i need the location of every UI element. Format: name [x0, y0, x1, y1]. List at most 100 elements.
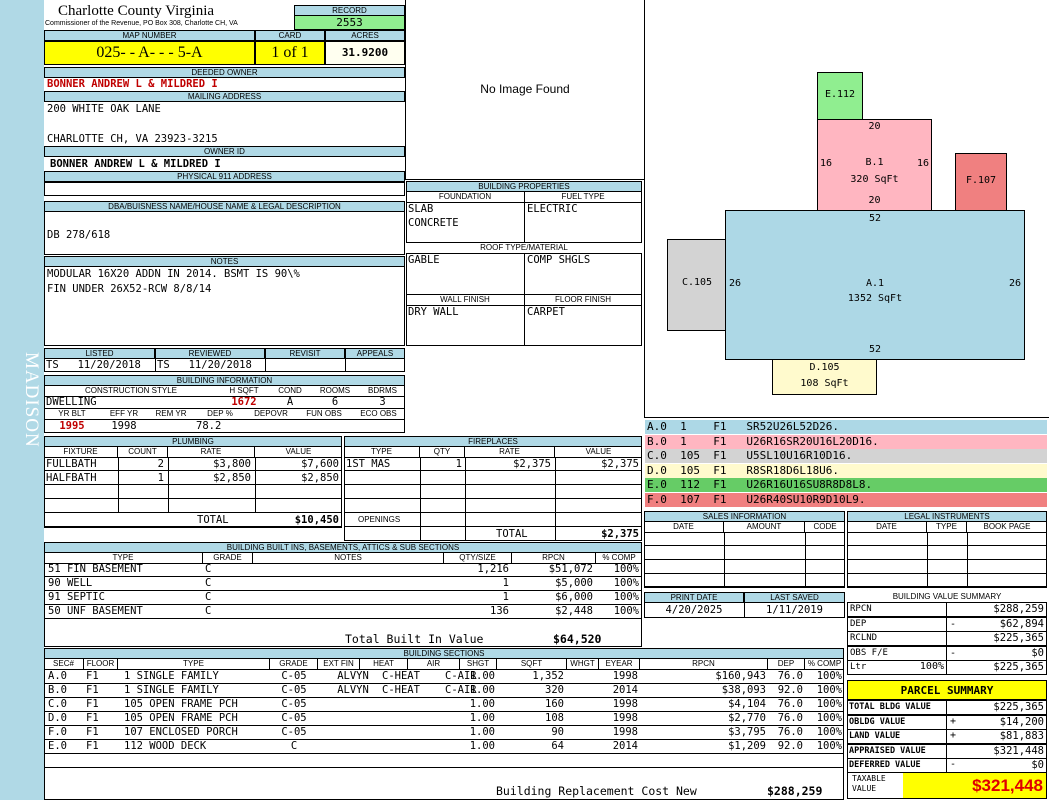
section-shgt: 1.00 [469, 670, 495, 682]
parcel-key: APPRAISED VALUE [849, 745, 926, 756]
sketch-a-top: 52 [868, 213, 882, 224]
sketch-a-bottom: 52 [868, 344, 882, 355]
section-heat: C-HEAT [382, 684, 420, 696]
plumbing-value: $2,850 [301, 472, 339, 484]
parcel-value: $14,200 [999, 715, 1044, 728]
builtin-type: 50 UNF BASEMENT [48, 605, 143, 617]
builtin-qty: 136 [490, 605, 509, 617]
divider [847, 587, 1047, 588]
acres-label: ACRES [325, 30, 405, 41]
sales-col-amount: AMOUNT [724, 522, 805, 533]
divider [44, 526, 342, 527]
plumbing-count: 1 [157, 472, 164, 484]
mailing-address-line2: CHARLOTTE CH, VA 23923-3215 [47, 133, 218, 145]
builtin-grade: C [205, 563, 212, 575]
section-id: C.0 [48, 698, 67, 710]
plumbing-col-value: VALUE [255, 447, 342, 458]
fireplace-value: $2,375 [601, 458, 639, 470]
section-id: B.0 [48, 684, 67, 696]
builtins-total: $64,520 [553, 632, 602, 646]
section-eyear: 2014 [612, 684, 638, 696]
bvs-key: DEP [850, 618, 867, 629]
builtin-type: 91 SEPTIC [48, 591, 105, 603]
sketch-d-code: D.105 [809, 362, 840, 373]
fireplaces-col-type: TYPE [344, 447, 420, 458]
section-shgt: 1.00 [469, 684, 495, 696]
sketch-section-f: F.107 [955, 153, 1007, 211]
builtin-grade: C [205, 577, 212, 589]
county-title: Charlotte County Virginia [58, 3, 215, 19]
section-floor: F1 [86, 712, 99, 724]
yrblt-value: 1995 [59, 420, 85, 432]
depovr-label: DEPOVR [246, 409, 296, 420]
fireplace-total-label: TOTAL [496, 528, 528, 540]
parcel-key: LAND VALUE [849, 731, 901, 741]
bvs-value: $288,259 [993, 603, 1044, 615]
legend-row-1: B.0 1 F1 U26R16SR20U16L20D16. [645, 434, 1047, 449]
owner-id: BONNER ANDREW L & MILDRED I [50, 158, 221, 170]
effyr-label: EFF YR [100, 409, 148, 420]
notes-line1: MODULAR 16X20 ADDN IN 2014. BSMT IS 90\% [47, 268, 300, 280]
section-shgt: 1.00 [469, 740, 495, 752]
plumbing-fixture: HALFBATH [46, 472, 97, 484]
physical-address-box [44, 182, 405, 196]
divider [344, 526, 642, 527]
parcel-value: $0 [1031, 759, 1044, 771]
sketch-section-c: C.105 [667, 239, 727, 331]
legal-col-type: TYPE [927, 522, 967, 533]
county-subtitle: Commissioner of the Revenue, PO Box 308,… [45, 20, 238, 27]
sketch-b-right: 16 [916, 158, 929, 169]
divider [847, 573, 1047, 574]
deeded-owner-label: DEEDED OWNER [44, 67, 405, 78]
section-id: F.0 [48, 726, 67, 738]
legend-row-2: C.0 105 F1 U5SL10U16R10D16. [645, 449, 1047, 463]
plumbing-rate: $2,850 [213, 472, 251, 484]
section-grade: C-05 [281, 684, 307, 696]
owner-id-label: OWNER ID [44, 146, 405, 157]
parcel-key: OBLDG VALUE [849, 716, 906, 727]
plumbing-col-rate: RATE [168, 447, 255, 458]
builtin-qty: 1 [502, 591, 509, 603]
divider [847, 559, 1047, 560]
section-col-air: AIR [408, 659, 460, 670]
sketch-f-code: F.107 [965, 175, 997, 186]
rooms-value: 6 [331, 396, 339, 408]
section-eyear: 2014 [612, 740, 638, 752]
divider [644, 545, 845, 546]
divider [524, 191, 525, 346]
legend-row-3: D.0 105 F1 R8SR18D6L18U6. [645, 463, 1047, 478]
card-label: CARD [255, 30, 325, 41]
divider [967, 532, 968, 587]
legend-row-0: A.0 1 F1 SR52U26L52D26. [645, 420, 1047, 434]
section-eyear: 1998 [612, 670, 638, 682]
parcel-summary-title: PARCEL SUMMARY [847, 680, 1047, 700]
builtin-qty: 1 [502, 577, 509, 589]
plumbing-col-fixture: FIXTURE [44, 447, 118, 458]
plumbing-rate: $3,800 [213, 458, 251, 470]
section-grade: C [290, 740, 298, 752]
section-id: E.0 [48, 740, 67, 752]
foundation-1: SLAB [408, 203, 434, 215]
section-eyear: 1998 [612, 726, 638, 738]
builtins-col-notes: NOTES [253, 553, 444, 564]
fuel-type: ELECTRIC [527, 203, 578, 215]
sketch-c-code: C.105 [681, 277, 713, 288]
section-shgt: 1.00 [469, 712, 495, 724]
builtin-rpcn: $5,000 [555, 577, 593, 589]
divider [805, 532, 806, 587]
sketch-a-left: 26 [729, 278, 742, 289]
fireplaces-col-qty: QTY [420, 447, 465, 458]
divider [724, 532, 725, 587]
builtin-comp: 100% [613, 577, 639, 589]
builtin-rpcn: $51,072 [548, 563, 593, 575]
section-comp: 100% [816, 712, 842, 724]
section-comp: 100% [816, 740, 842, 752]
section-sqft: 320 [545, 684, 564, 696]
bvs-value: $225,365 [993, 632, 1044, 644]
dba-value: DB 278/618 [47, 229, 111, 241]
section-type: 105 OPEN FRAME PCH [124, 712, 238, 724]
reviewed-value: TS 11/20/2018 [157, 359, 252, 371]
section-comp: 100% [816, 698, 842, 710]
builtin-type: 51 FIN BASEMENT [48, 563, 143, 575]
section-col-shgt: SHGT [460, 659, 497, 670]
